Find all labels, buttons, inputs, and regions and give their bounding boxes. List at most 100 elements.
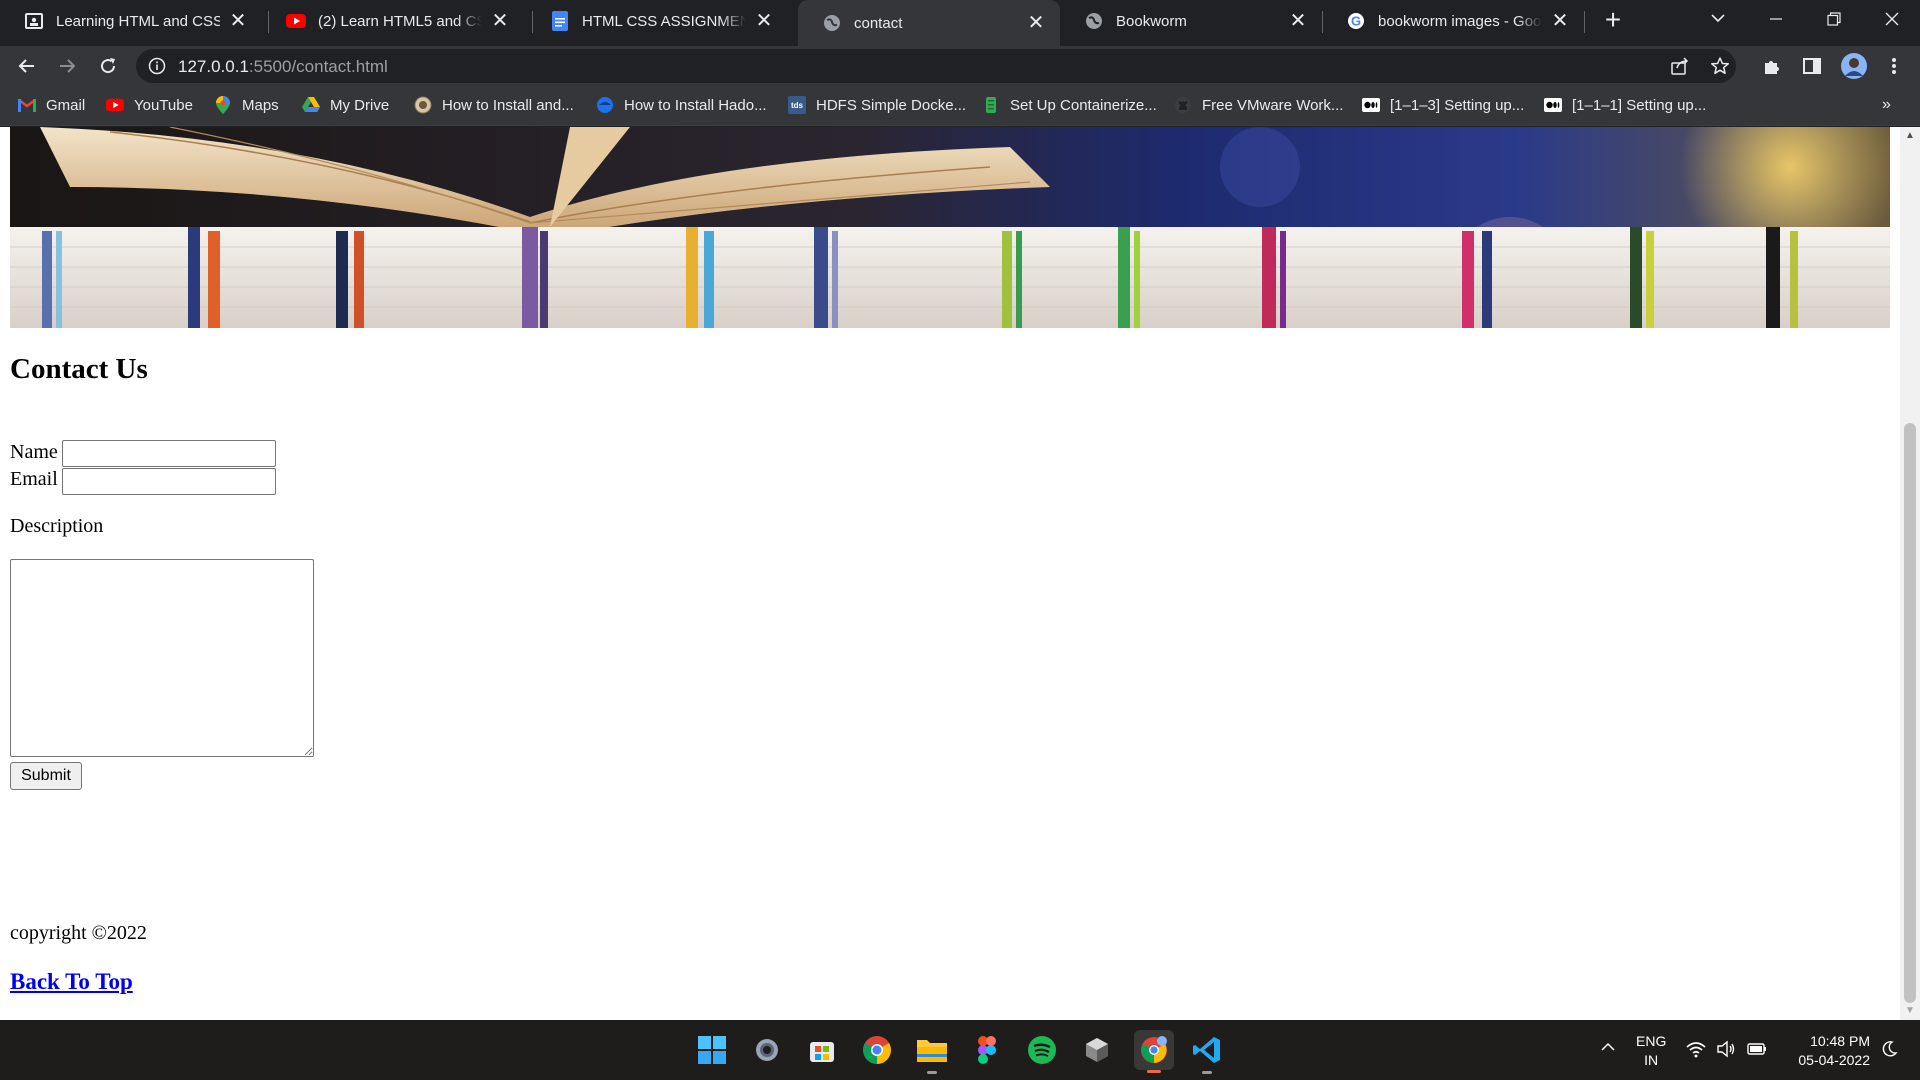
tab-learning-html[interactable]: Learning HTML and CSS ✕ (0, 0, 262, 42)
close-tab-icon[interactable]: ✕ (1026, 13, 1046, 33)
more-menu-icon[interactable] (1882, 54, 1906, 78)
drive-icon (302, 96, 320, 114)
bookmark-star-icon[interactable] (1710, 56, 1730, 81)
tab-search-chevron-icon[interactable] (1708, 8, 1728, 32)
bookmark-label: [1–1–3] Setting up... (1390, 96, 1525, 114)
settings-icon[interactable] (749, 1032, 785, 1068)
tab-html-css-assignment[interactable]: HTML CSS ASSIGNMENT 1 ✕ (526, 0, 788, 42)
bookmarks-bar: Gmail YouTube Maps My Drive How to Insta… (0, 84, 1920, 126)
site-info-icon[interactable] (148, 57, 166, 75)
profile-avatar[interactable] (1840, 52, 1868, 80)
bookmark-setting-up-111[interactable]: [1–1–1] Setting up... (1544, 94, 1706, 116)
bookmark-maps[interactable]: Maps (214, 94, 279, 116)
email-field[interactable] (62, 468, 276, 495)
close-tab-icon[interactable]: ✕ (228, 11, 248, 31)
scroll-down-arrow-icon[interactable]: ▼ (1900, 1002, 1920, 1020)
chrome-icon[interactable] (859, 1032, 895, 1068)
github-icon (1174, 96, 1192, 114)
tab-strip: Learning HTML and CSS ✕ (2) Learn HTML5 … (0, 0, 1920, 46)
site-icon (982, 96, 1000, 114)
new-tab-button[interactable]: + (1600, 6, 1626, 34)
tab-divider (1584, 11, 1585, 33)
windows-taskbar: ENG IN 10:48 PM 05-04-2022 (0, 1020, 1920, 1080)
bookmark-free-vmware[interactable]: Free VMware Work... (1174, 94, 1343, 116)
battery-icon[interactable] (1746, 1040, 1768, 1063)
page-viewport: Contact Us Name Email Description Submit… (0, 127, 1900, 1020)
running-indicator (1202, 1071, 1212, 1074)
page-scrollbar[interactable]: ▲ ▼ (1900, 127, 1920, 1020)
system-clock[interactable]: 10:48 PM 05-04-2022 (1780, 1032, 1870, 1070)
tab-bookworm-images[interactable]: G bookworm images - Google ✕ (1322, 0, 1584, 42)
share-icon[interactable] (1670, 56, 1690, 81)
close-tab-icon[interactable]: ✕ (1550, 11, 1570, 31)
bookmark-gmail[interactable]: Gmail (18, 94, 85, 116)
submit-button[interactable]: Submit (10, 762, 82, 790)
side-panel-icon[interactable] (1800, 54, 1824, 78)
system-tray[interactable] (1686, 1040, 1768, 1063)
vscode-icon[interactable] (1189, 1032, 1225, 1074)
bookmark-my-drive[interactable]: My Drive (302, 94, 389, 116)
tab-title: (2) Learn HTML5 and CSS3 (318, 12, 482, 30)
volume-icon[interactable] (1716, 1040, 1736, 1063)
file-explorer-icon[interactable] (914, 1032, 950, 1074)
bookmark-setting-up-113[interactable]: [1–1–3] Setting up... (1362, 94, 1524, 116)
figma-icon[interactable] (969, 1032, 1005, 1068)
url-host: 127.0.0.1 (178, 57, 249, 76)
bookmark-label: Gmail (46, 96, 86, 114)
bookmarks-overflow-button[interactable]: » (1882, 96, 1891, 114)
spotify-icon[interactable] (1024, 1032, 1060, 1068)
wifi-icon[interactable] (1686, 1040, 1706, 1063)
name-field[interactable] (62, 440, 276, 467)
globe-icon (1084, 11, 1104, 31)
region-code: IN (1644, 1052, 1659, 1068)
bookmark-label: Set Up Containerize... (1010, 96, 1157, 114)
bookmark-label: Maps (242, 96, 279, 114)
description-textarea[interactable] (10, 559, 314, 757)
name-label: Name (10, 441, 58, 463)
bookmark-set-up-containerize[interactable]: Set Up Containerize... (982, 94, 1157, 116)
restore-button[interactable] (1806, 0, 1862, 38)
chrome-profile-icon[interactable] (1134, 1030, 1174, 1073)
back-to-top-link[interactable]: Back To Top (10, 969, 133, 995)
svg-text:G: G (1351, 14, 1361, 29)
site-icon (414, 96, 432, 114)
close-tab-icon[interactable]: ✕ (490, 11, 510, 31)
close-window-button[interactable] (1864, 0, 1920, 38)
language-code: ENG (1636, 1033, 1667, 1049)
bookmark-label: How to Install Hado... (624, 96, 767, 114)
tab-learn-html5[interactable]: (2) Learn HTML5 and CSS3 ✕ (262, 0, 524, 42)
tab-contact[interactable]: contact ✕ (798, 0, 1060, 46)
bookmark-label: My Drive (330, 96, 390, 114)
google-docs-icon (550, 11, 570, 31)
description-label: Description (10, 515, 104, 537)
bookmark-how-to-install[interactable]: How to Install and... (414, 94, 574, 116)
maps-icon (214, 96, 232, 114)
gmail-icon (18, 96, 36, 114)
tab-title: bookworm images - Google (1378, 12, 1542, 30)
windows-start-icon[interactable] (694, 1032, 730, 1068)
reload-icon[interactable] (96, 54, 120, 78)
clock-date: 05-04-2022 (1798, 1052, 1870, 1068)
tab-title: Bookworm (1116, 12, 1187, 30)
back-arrow-icon[interactable] (15, 54, 39, 78)
bookmark-youtube[interactable]: YouTube (106, 94, 193, 116)
minimize-button[interactable] (1748, 0, 1804, 38)
tray-overflow-chevron-icon[interactable] (1600, 1040, 1616, 1058)
scroll-up-arrow-icon[interactable]: ▲ (1900, 127, 1920, 145)
close-tab-icon[interactable]: ✕ (1288, 11, 1308, 31)
tab-title: Learning HTML and CSS (56, 12, 220, 30)
forward-arrow-icon[interactable] (55, 54, 79, 78)
tab-bookworm[interactable]: Bookworm ✕ (1060, 0, 1322, 42)
browser-toolbar: 127.0.0.1:5500/contact.html (0, 46, 1920, 84)
input-language-indicator[interactable]: ENG IN (1636, 1032, 1666, 1070)
notification-moon-icon[interactable] (1880, 1040, 1900, 1060)
store-icon[interactable] (804, 1032, 840, 1068)
bookmark-hdfs-docker[interactable]: tds HDFS Simple Docke... (788, 94, 966, 116)
unity-icon[interactable] (1079, 1032, 1115, 1068)
scrollbar-thumb[interactable] (1904, 423, 1916, 1003)
extensions-icon[interactable] (1760, 54, 1784, 78)
address-bar[interactable]: 127.0.0.1:5500/contact.html (136, 49, 1736, 83)
bookmark-how-to-install-hadoop[interactable]: How to Install Hado... (596, 94, 767, 116)
medium-icon (1362, 96, 1380, 114)
close-tab-icon[interactable]: ✕ (754, 11, 774, 31)
